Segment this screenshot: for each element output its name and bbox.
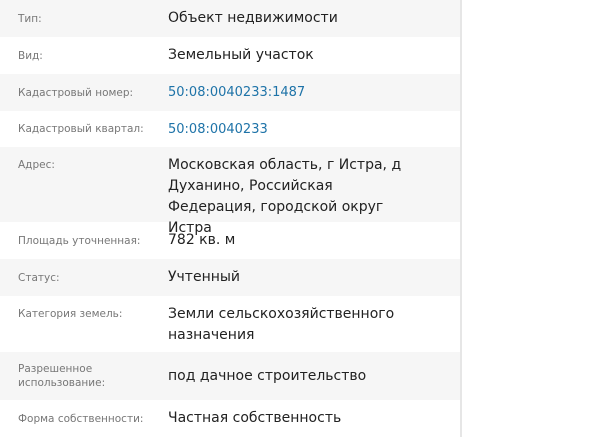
row-value: Земельный участок [168, 47, 314, 63]
row-type: Тип: Объект недвижимости [0, 0, 460, 37]
row-status: Статус: Учтенный [0, 259, 460, 296]
row-label: Тип: [18, 12, 42, 25]
row-label: Кадастровый номер: [18, 86, 134, 99]
row-cadastral-quarter: Кадастровый квартал: 50:08:0040233 [0, 111, 460, 147]
row-label: Адрес: [18, 159, 55, 171]
row-value: 782 кв. м [168, 232, 236, 248]
row-value: Объект недвижимости [168, 10, 338, 26]
row-label: Форма собственности: [18, 412, 144, 425]
row-label: Площадь уточненная: [18, 234, 141, 247]
row-value: Земли сельскохозяйственного назначения [168, 306, 395, 343]
row-permitted-use: Разрешенное использование: под дачное ст… [0, 352, 460, 400]
row-label: Разрешенное использование: [18, 363, 106, 389]
row-cadastral-number: Кадастровый номер: 50:08:0040233:1487 [0, 74, 460, 111]
property-details-panel: Тип: Объект недвижимости Вид: Земельный … [0, 0, 462, 437]
row-address: Адрес: Московская область, г Истра, д Ду… [0, 147, 460, 236]
row-label: Статус: [18, 271, 60, 284]
cadastral-quarter-link[interactable]: 50:08:0040233 [168, 122, 268, 137]
row-kind: Вид: Земельный участок [0, 37, 460, 74]
row-value: Московская область, г Истра, д Духанино,… [168, 157, 402, 236]
cadastral-number-link[interactable]: 50:08:0040233:1487 [168, 85, 305, 100]
row-value: под дачное строительство [168, 367, 367, 384]
row-ownership: Форма собственности: Частная собственнос… [0, 400, 460, 437]
row-land-category: Категория земель: Земли сельскохозяйстве… [0, 296, 460, 352]
row-label: Кадастровый квартал: [18, 123, 144, 135]
row-label: Вид: [18, 49, 43, 62]
row-label: Категория земель: [18, 308, 123, 320]
row-value: Частная собственность [168, 410, 342, 426]
row-value: Учтенный [168, 269, 241, 285]
